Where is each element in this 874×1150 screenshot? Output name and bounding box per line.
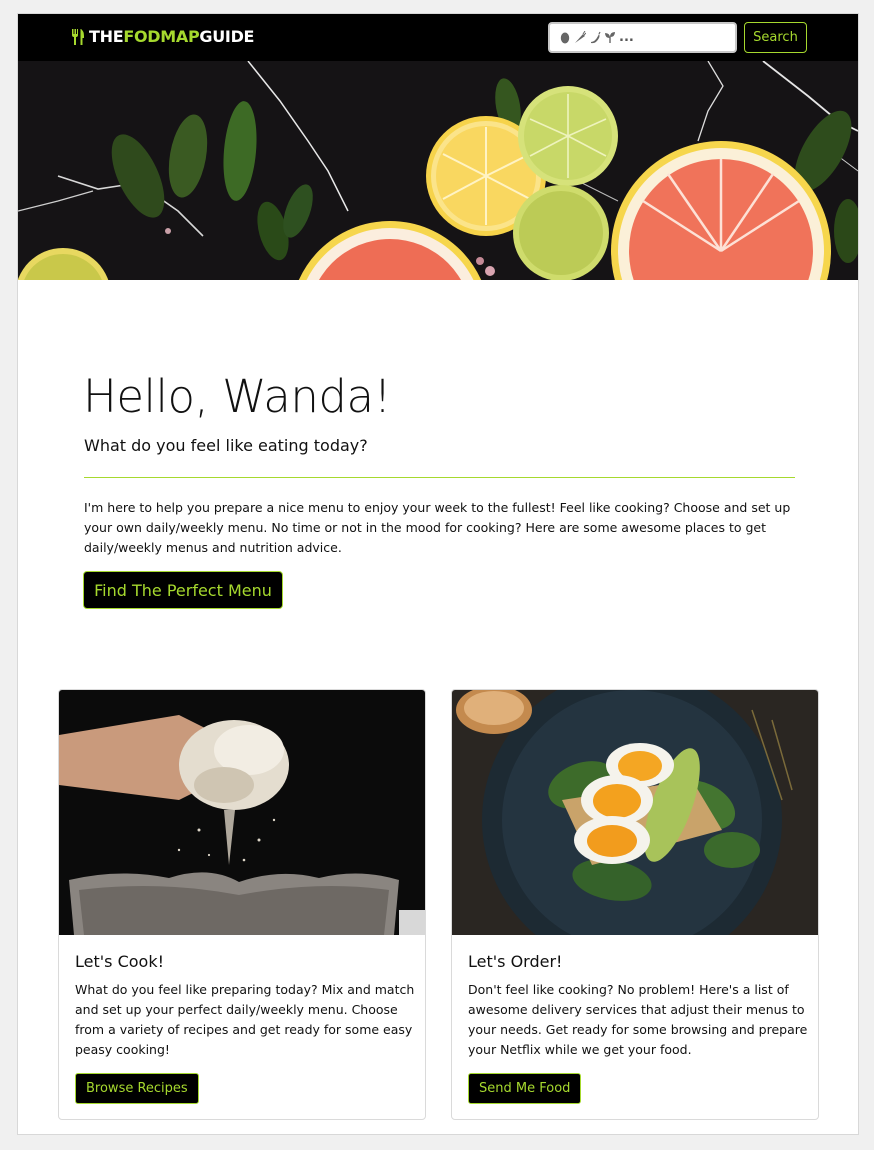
search-placeholder-suffix: ... — [619, 30, 634, 45]
browse-recipes-button[interactable]: Browse Recipes — [75, 1073, 199, 1104]
card-lets-cook: Let's Cook! What do you feel like prepar… — [58, 689, 426, 1120]
search-button[interactable]: Search — [744, 22, 807, 53]
page: THE FODMAP GUIDE ... Search Hello, Wanda… — [17, 13, 859, 1135]
brand-text-fodmap: FODMAP — [123, 27, 200, 46]
hero-image — [18, 61, 858, 280]
fork-knife-icon — [72, 28, 84, 45]
greeting-title: Hello, Wanda! — [83, 370, 392, 423]
intro-paragraph: I'm here to help you prepare a nice menu… — [84, 500, 791, 555]
card-title: Let's Order! — [468, 952, 563, 971]
card-text: Don't feel like cooking? No problem! Her… — [468, 982, 808, 1057]
search-placeholder-icons — [559, 31, 616, 44]
section-divider — [84, 477, 795, 478]
card-text: What do you feel like preparing today? M… — [75, 982, 415, 1057]
greeting-subtitle: What do you feel like eating today? — [84, 436, 368, 455]
egg-toast-image — [452, 690, 818, 935]
send-me-food-button[interactable]: Send Me Food — [468, 1073, 582, 1104]
card-lets-order: Let's Order! Don't feel like cooking? No… — [451, 689, 819, 1120]
card-title: Let's Cook! — [75, 952, 164, 971]
navbar: THE FODMAP GUIDE ... Search — [18, 14, 858, 61]
citrus-hero-illustration — [18, 61, 858, 280]
carrot-icon — [575, 31, 586, 43]
brand-text-guide: GUIDE — [199, 27, 255, 46]
search-input[interactable]: ... — [548, 22, 737, 53]
sprout-icon — [605, 32, 615, 43]
brand-logo[interactable]: THE FODMAP GUIDE — [70, 27, 254, 46]
find-perfect-menu-button[interactable]: Find The Perfect Menu — [83, 571, 283, 609]
chili-icon — [591, 31, 601, 44]
brand-text-the: THE — [89, 27, 124, 46]
flour-dough-image — [59, 690, 425, 935]
egg-icon — [560, 32, 570, 44]
